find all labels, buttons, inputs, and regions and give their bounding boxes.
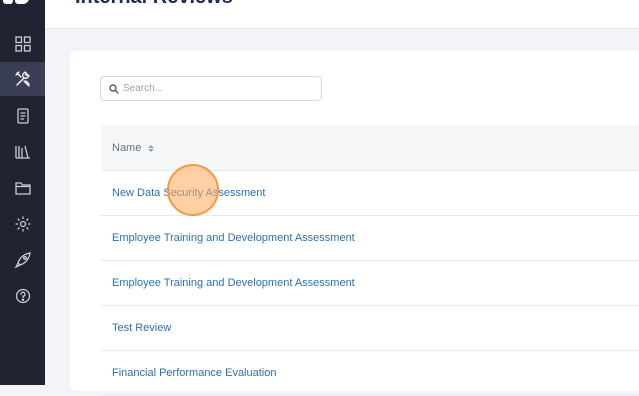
sidebar-item-launch[interactable] bbox=[0, 243, 45, 277]
table-row: Employee Training and Development Assess… bbox=[101, 216, 639, 261]
review-link[interactable]: Test Review bbox=[112, 322, 171, 334]
page-title: Internal Reviews bbox=[75, 0, 233, 9]
app-logo[interactable] bbox=[0, 0, 45, 6]
folder-icon bbox=[14, 182, 31, 195]
table-row: Employee Training and Development Assess… bbox=[101, 261, 639, 306]
search-box bbox=[100, 76, 322, 101]
click-indicator bbox=[167, 164, 219, 216]
grid-icon bbox=[14, 36, 31, 52]
tools-icon bbox=[14, 71, 30, 87]
document-icon bbox=[16, 108, 29, 124]
table-row: Test Review bbox=[101, 306, 639, 351]
sidebar-item-help[interactable] bbox=[0, 279, 45, 313]
search-icon bbox=[109, 84, 119, 94]
sidebar-item-dashboard[interactable] bbox=[0, 27, 45, 61]
help-icon bbox=[15, 288, 30, 304]
review-link[interactable]: Employee Training and Development Assess… bbox=[112, 232, 355, 244]
header: Internal Reviews bbox=[45, 0, 639, 29]
search-input[interactable] bbox=[123, 77, 313, 100]
sidebar-item-folders[interactable] bbox=[0, 171, 45, 205]
sidebar-item-settings[interactable] bbox=[0, 207, 45, 241]
sidebar-item-tools[interactable] bbox=[0, 62, 45, 96]
sidebar-item-library[interactable] bbox=[0, 135, 45, 169]
rocket-icon bbox=[14, 252, 31, 269]
review-link[interactable]: Employee Training and Development Assess… bbox=[112, 277, 355, 289]
gear-icon bbox=[15, 216, 30, 232]
sidebar bbox=[0, 0, 45, 385]
table-header: Name bbox=[101, 126, 639, 171]
sidebar-item-documents[interactable] bbox=[0, 99, 45, 133]
library-icon bbox=[14, 145, 30, 159]
table-row: Financial Performance Evaluation bbox=[101, 351, 639, 396]
column-header-name[interactable]: Name bbox=[112, 142, 141, 154]
review-link[interactable]: Financial Performance Evaluation bbox=[112, 367, 276, 379]
content-card: Name New Data Security Assessment Employ… bbox=[70, 51, 639, 396]
sort-icon[interactable] bbox=[148, 144, 155, 152]
